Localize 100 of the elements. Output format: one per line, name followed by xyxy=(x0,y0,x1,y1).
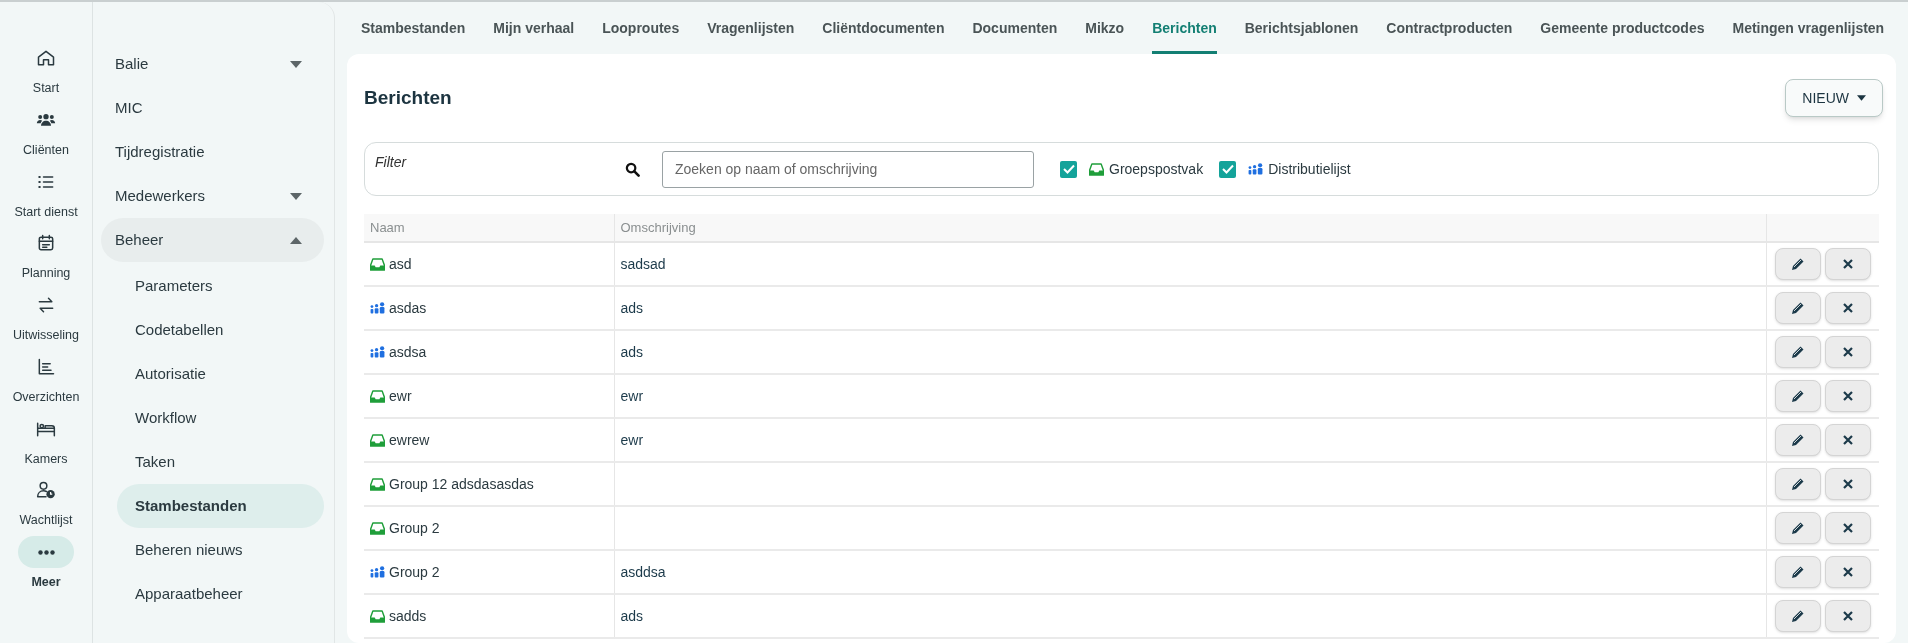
edit-button[interactable] xyxy=(1775,600,1821,632)
tab[interactable]: Gemeente productcodes xyxy=(1540,2,1705,54)
tab[interactable]: Metingen vragenlijsten xyxy=(1732,2,1885,54)
sidebar-item[interactable]: MIC xyxy=(101,86,324,130)
checkbox-label: Distributielijst xyxy=(1268,159,1351,179)
checkbox[interactable] xyxy=(1060,160,1077,178)
edit-button[interactable] xyxy=(1775,424,1821,456)
sidebar-subitem[interactable]: Workflow xyxy=(117,396,324,440)
rail-item[interactable]: Kamers xyxy=(6,412,86,469)
tab[interactable]: Cliëntdocumenten xyxy=(822,2,945,54)
delete-button[interactable] xyxy=(1825,336,1871,368)
rail-item[interactable]: Cliënten xyxy=(6,103,86,160)
caret-icon xyxy=(1857,95,1866,101)
sidebar-item[interactable]: Tijdregistratie xyxy=(101,130,324,174)
sidebar-item[interactable]: Beheer xyxy=(101,218,324,262)
table-cell-text: Group 12 adsdasasdas xyxy=(389,474,534,494)
sidebar-subitem[interactable]: Apparaatbeheer xyxy=(117,572,324,616)
inbox-tray-icon xyxy=(1089,162,1104,176)
table-cell: ewr xyxy=(620,387,644,404)
sidebar-subitem[interactable]: Autorisatie xyxy=(117,352,324,396)
edit-button[interactable] xyxy=(1775,380,1821,412)
delete-button[interactable] xyxy=(1825,248,1871,280)
delete-button[interactable] xyxy=(1825,292,1871,324)
search-icon xyxy=(625,161,640,177)
pencil-icon xyxy=(1791,521,1805,535)
page-title: Berichten xyxy=(364,85,452,110)
pencil-icon xyxy=(1791,477,1805,491)
sidebar-subitem[interactable]: Codetabellen xyxy=(117,308,324,352)
edit-button[interactable] xyxy=(1775,248,1821,280)
close-icon xyxy=(1843,435,1853,445)
people-group-icon xyxy=(370,566,385,578)
search-field[interactable]: Zoeken op naam of omschrijving xyxy=(662,150,1034,188)
tab[interactable]: Mikzo xyxy=(1085,2,1125,54)
table-cell-text: Group 2 xyxy=(389,518,440,538)
close-icon xyxy=(1843,259,1853,269)
sidebar-item[interactable]: Medewerkers xyxy=(101,174,324,218)
tab[interactable]: Berichtsjablonen xyxy=(1244,2,1359,54)
caret-icon xyxy=(290,236,302,244)
delete-button[interactable] xyxy=(1825,512,1871,544)
edit-button[interactable] xyxy=(1775,556,1821,588)
column-header: Naam xyxy=(364,214,614,242)
pencil-icon xyxy=(1791,433,1805,447)
sidebar-item[interactable]: Balie xyxy=(101,42,324,86)
tab[interactable]: Mijn verhaal xyxy=(493,2,575,54)
delete-button[interactable] xyxy=(1825,380,1871,412)
rail-item[interactable]: Meer xyxy=(6,536,86,592)
sidebar-subitem[interactable]: Parameters xyxy=(117,264,324,308)
column-header: Omschrijving xyxy=(614,214,1767,242)
tab[interactable]: Documenten xyxy=(972,2,1058,54)
sidebar-subitem[interactable]: Taken xyxy=(117,440,324,484)
chart-icon xyxy=(36,356,56,377)
tab[interactable]: Looproutes xyxy=(602,2,680,54)
delete-button[interactable] xyxy=(1825,556,1871,588)
filter-label: Filter xyxy=(375,153,408,172)
pencil-icon xyxy=(1791,389,1805,403)
close-icon xyxy=(1843,479,1853,489)
pencil-icon xyxy=(1791,609,1805,623)
sidebar-subitem[interactable]: Beheren nieuws xyxy=(117,528,324,572)
swap-arrows-icon xyxy=(36,295,56,315)
delete-button[interactable] xyxy=(1825,468,1871,500)
rail-item[interactable]: Uitwisseling xyxy=(6,289,86,345)
more-dots-icon xyxy=(37,549,55,555)
people-group-icon xyxy=(370,302,385,314)
delete-button[interactable] xyxy=(1825,600,1871,632)
edit-button[interactable] xyxy=(1775,292,1821,324)
people-group-icon xyxy=(1248,163,1264,175)
rail-item[interactable]: Wachtlijst xyxy=(6,474,86,530)
caret-icon xyxy=(290,60,302,68)
home-icon xyxy=(36,48,56,68)
close-icon xyxy=(1843,611,1853,621)
pencil-icon xyxy=(1791,565,1805,579)
table-cell: sadsad xyxy=(620,255,666,272)
close-icon xyxy=(1843,567,1853,577)
edit-button[interactable] xyxy=(1775,336,1821,368)
inbox-tray-icon xyxy=(370,477,385,491)
delete-button[interactable] xyxy=(1825,424,1871,456)
table-cell-text: asdas xyxy=(389,298,427,318)
table-cell-text: asdsa xyxy=(389,342,427,362)
table-cell: ads xyxy=(620,607,644,624)
inbox-tray-icon xyxy=(370,257,385,271)
rail-item[interactable]: Start dienst xyxy=(6,165,86,222)
people-group-icon xyxy=(370,346,385,358)
new-button[interactable]: NIEUW xyxy=(1785,79,1883,117)
tab[interactable]: Contractproducten xyxy=(1386,2,1513,54)
rail-item[interactable]: Start xyxy=(6,42,86,98)
rail-item[interactable]: Planning xyxy=(6,227,86,283)
inbox-tray-icon xyxy=(370,433,385,447)
sidebar-subitem[interactable]: Stambestanden xyxy=(117,484,324,528)
tab[interactable]: Vragenlijsten xyxy=(707,2,795,54)
edit-button[interactable] xyxy=(1775,468,1821,500)
table-cell: asddsa xyxy=(620,563,666,580)
tab[interactable]: Stambestanden xyxy=(361,2,466,54)
table-cell-text: ewr xyxy=(389,386,412,406)
person-clock-icon xyxy=(36,480,56,501)
caret-icon xyxy=(290,192,302,200)
rail-item[interactable]: Overzichten xyxy=(6,350,86,407)
edit-button[interactable] xyxy=(1775,512,1821,544)
close-icon xyxy=(1843,523,1853,533)
close-icon xyxy=(1843,303,1853,313)
checkbox[interactable] xyxy=(1219,160,1237,178)
